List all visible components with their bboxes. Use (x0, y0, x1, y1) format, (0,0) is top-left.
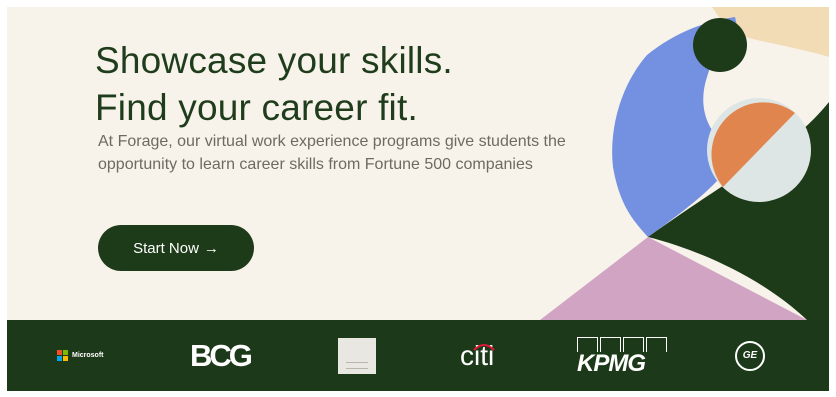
description: At Forage, our virtual work experience p… (98, 133, 566, 173)
kpmg-logo: KPMG (577, 320, 667, 391)
partner-logo-strip: Microsoft BCG citi KPMG GE (7, 320, 829, 391)
headline-line-2: Find your career fit. (95, 87, 418, 128)
start-now-label: Start Now (133, 239, 199, 257)
start-now-button[interactable]: Start Now → (98, 225, 254, 271)
kpmg-wordmark: KPMG (577, 349, 646, 377)
ge-monogram: GE (735, 340, 765, 371)
microsoft-wordmark: Microsoft (72, 352, 104, 359)
citi-arc-icon (473, 344, 495, 351)
microsoft-logo: Microsoft (57, 320, 104, 391)
headline-line-1: Showcase your skills. (95, 40, 453, 81)
ge-logo: GE (735, 320, 765, 391)
dark-green-circle (693, 18, 747, 72)
bain-logo-box (338, 337, 376, 374)
arrow-right-icon: → (203, 239, 219, 257)
bcg-logo: BCG (190, 337, 253, 373)
hero-section: Showcase your skills. Find your career f… (7, 7, 829, 320)
windows-icon (57, 350, 68, 361)
bain-logo (338, 320, 376, 391)
headline: Showcase your skills. Find your career f… (95, 37, 453, 131)
citi-logo: citi (460, 339, 495, 371)
banner: Showcase your skills. Find your career f… (7, 7, 829, 391)
